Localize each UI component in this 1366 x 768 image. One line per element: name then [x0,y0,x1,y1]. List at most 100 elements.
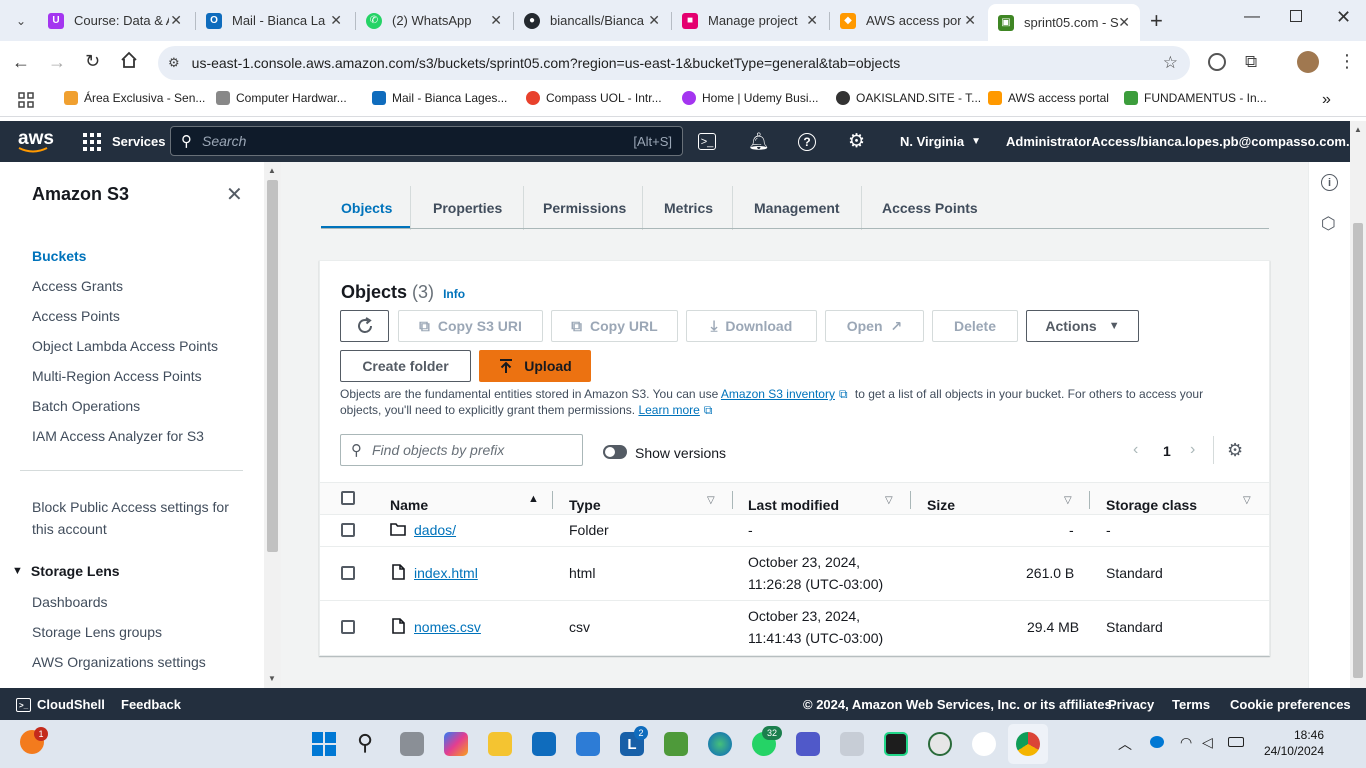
column-storage-class[interactable]: Storage class [1106,497,1197,513]
bookmark-7[interactable]: AWS access portal [988,91,1109,105]
browser-tab-1[interactable]: U Course: Data & A ✕ [38,4,192,37]
delete-button[interactable]: Delete [932,310,1018,342]
window-close-icon[interactable]: ✕ [1336,7,1351,28]
sidenav-item-batch-operations[interactable]: Batch Operations [32,398,140,414]
sidenav-scrollbar[interactable]: ▲ ▼ [264,162,281,688]
scrollbar-thumb[interactable] [267,180,278,552]
sidenav-item-buckets[interactable]: Buckets [32,248,86,264]
column-name[interactable]: Name [390,497,428,513]
object-name-link[interactable]: dados/ [414,522,456,538]
sidenav-item-multi-region[interactable]: Multi-Region Access Points [32,368,202,384]
next-page-icon[interactable]: › [1190,441,1195,459]
minimize-icon[interactable]: — [1244,8,1260,26]
close-tab-icon[interactable]: ✕ [964,12,976,29]
windows-start-icon[interactable] [312,732,336,756]
bookmark-2[interactable]: Computer Hardwar... [216,91,347,105]
bookmark-4[interactable]: Compass UOL - Intr... [526,91,662,105]
filter-objects-input[interactable]: ⚲ Find objects by prefix [340,434,583,466]
browser-tab-6[interactable]: ◆ AWS access port ✕ [830,4,986,37]
browser-tab-3[interactable]: ✆ (2) WhatsApp ✕ [356,4,512,37]
clock[interactable]: 18:46 24/10/2024 [1260,728,1324,758]
tab-management[interactable]: Management [754,200,840,216]
sort-icon[interactable]: ▽ [1064,495,1072,506]
column-type[interactable]: Type [569,497,601,513]
close-sidenav-icon[interactable]: ✕ [226,182,243,207]
extensions-puzzle-icon[interactable]: ⧉ [1245,52,1257,72]
sidenav-item-access-grants[interactable]: Access Grants [32,278,123,294]
prev-page-icon[interactable]: ‹ [1133,441,1138,459]
address-bar[interactable]: ⚙ us-east-1.console.aws.amazon.com/s3/bu… [158,46,1190,80]
home-icon[interactable] [120,51,138,69]
refresh-button[interactable] [340,310,389,342]
scrollbar-thumb[interactable] [1353,223,1363,678]
aws-logo[interactable]: aws [18,121,54,162]
site-info-icon[interactable]: ⚙ [168,55,180,71]
bookmark-6[interactable]: OAKISLAND.SITE - T... [836,91,981,105]
privacy-link[interactable]: Privacy [1108,697,1154,712]
info-link[interactable]: Info [443,287,465,301]
sidenav-item-block-public-access[interactable]: Block Public Access settings for this ac… [32,499,229,537]
edge-icon[interactable] [708,732,732,756]
extension-icon[interactable] [1208,53,1226,71]
sidenav-item-org-settings[interactable]: AWS Organizations settings [32,654,206,670]
volume-icon[interactable]: ◁ [1202,734,1213,751]
sort-icon[interactable]: ▽ [885,495,893,506]
show-versions-toggle[interactable] [603,445,627,459]
tab-search-icon[interactable]: ⌄ [10,10,32,32]
region-selector[interactable]: N. Virginia ▼ [900,121,981,162]
close-tab-icon[interactable]: ✕ [648,12,660,29]
close-tab-icon[interactable]: ✕ [1118,14,1130,31]
close-tab-icon[interactable]: ✕ [170,12,182,29]
tab-access-points[interactable]: Access Points [882,200,978,216]
create-folder-button[interactable]: Create folder [340,350,471,382]
close-tab-icon[interactable]: ✕ [806,12,818,29]
actions-dropdown[interactable]: Actions ▼ [1026,310,1139,342]
column-size[interactable]: Size [927,497,955,513]
sort-icon[interactable]: ▽ [707,495,715,506]
bookmark-3[interactable]: Mail - Bianca Lages... [372,91,507,105]
account-menu[interactable]: AdministratorAccess/bianca.lopes.pb@comp… [1006,121,1366,162]
aws-search-input[interactable]: ⚲ Search [Alt+S] [170,126,683,156]
task-view-icon[interactable] [400,732,424,756]
tray-chevron-icon[interactable]: ︿ [1118,734,1132,754]
profile-avatar[interactable] [1297,51,1319,73]
copy-s3-uri-button[interactable]: ⧉ Copy S3 URI [398,310,543,342]
settings-hex-icon[interactable]: ⬡ [1321,214,1336,234]
download-button[interactable]: ⤓ Download [686,310,817,342]
tab-metrics[interactable]: Metrics [664,200,713,216]
upload-button[interactable]: Upload [479,350,591,382]
column-last-modified[interactable]: Last modified [748,497,839,513]
bookmark-1[interactable]: Área Exclusiva - Sen... [64,91,205,105]
row-checkbox[interactable] [341,523,355,537]
menu-kebab-icon[interactable]: ⋮ [1338,51,1356,72]
pycharm-icon[interactable] [884,732,908,756]
sort-ascending-icon[interactable]: ▲ [528,493,539,505]
storage-lens-section[interactable]: ▼ Storage Lens [12,563,120,579]
forward-icon[interactable]: → [48,52,66,73]
sort-icon[interactable]: ▽ [1243,495,1251,506]
settings-gear-icon[interactable]: ⚙ [848,121,865,162]
page-number[interactable]: 1 [1163,443,1171,459]
services-menu[interactable]: Services [83,121,166,162]
browser-tab-5[interactable]: ■ Manage project ✕ [672,4,828,37]
object-name-link[interactable]: nomes.csv [414,619,481,635]
onedrive-icon[interactable] [1150,736,1164,748]
s3-inventory-link[interactable]: Amazon S3 inventory [721,387,835,401]
new-tab-icon[interactable]: + [1150,8,1163,34]
bookmark-5[interactable]: Home | Udemy Busi... [682,91,818,105]
tab-objects[interactable]: Objects [341,200,392,216]
back-icon[interactable]: ← [12,52,30,73]
sidenav-item-lens-groups[interactable]: Storage Lens groups [32,624,162,640]
sidenav-item-iam-analyzer[interactable]: IAM Access Analyzer for S3 [32,428,204,444]
tab-properties[interactable]: Properties [433,200,502,216]
tab-permissions[interactable]: Permissions [543,200,626,216]
teams-icon[interactable] [796,732,820,756]
sidenav-item-access-points[interactable]: Access Points [32,308,120,324]
open-button[interactable]: Open ↗ [825,310,924,342]
close-tab-icon[interactable]: ✕ [490,12,502,29]
wifi-icon[interactable]: ◠ [1180,734,1192,751]
chrome-icon[interactable] [1016,732,1040,756]
notifications-bell-icon[interactable]: 🔔︎ [748,121,770,162]
browser-tab-2[interactable]: O Mail - Bianca La ✕ [196,4,352,37]
select-all-checkbox[interactable] [341,491,355,505]
